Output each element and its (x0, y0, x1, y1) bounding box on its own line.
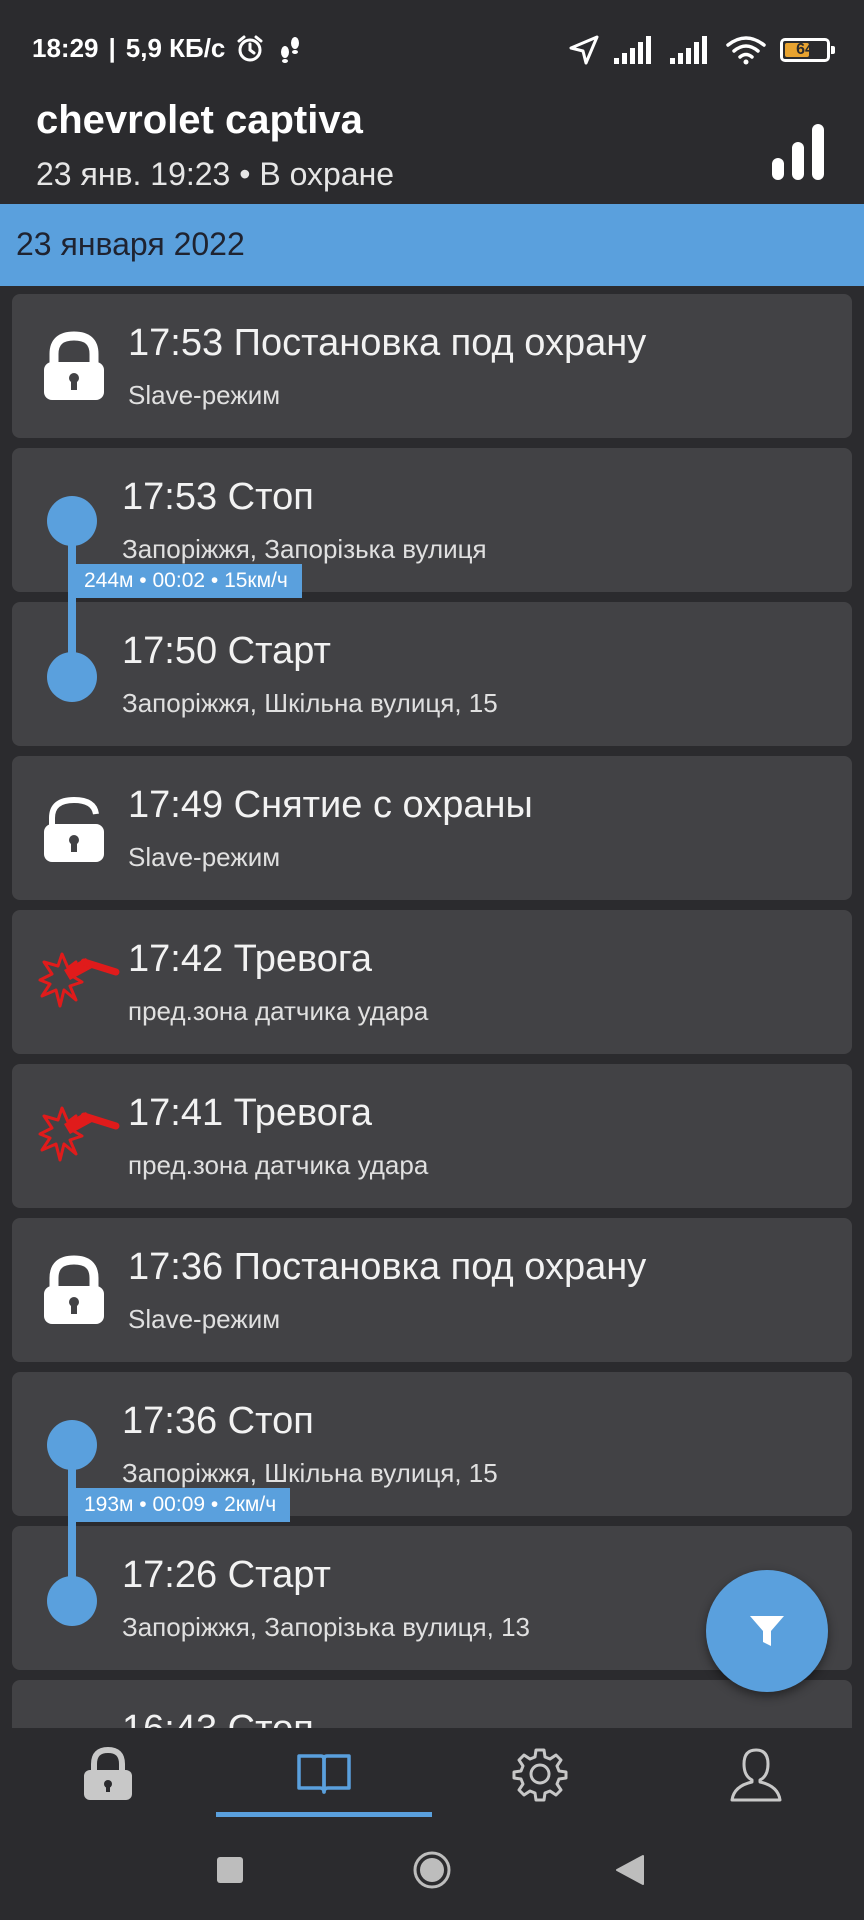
back-triangle-icon (616, 1855, 644, 1885)
bottom-navigation (0, 1728, 864, 1820)
event-subtitle: Slave-режим (128, 380, 281, 410)
recent-apps-button[interactable] (208, 1848, 252, 1892)
event-list[interactable]: 17:53 Постановка под охрану Slave-режим … (0, 286, 864, 1728)
status-right: 64 (568, 34, 835, 66)
event-arm[interactable]: 17:36 Постановка под охрану Slave-режим (12, 1218, 852, 1362)
event-title: 17:26 Старт (122, 1554, 331, 1596)
page-title: chevrolet captiva (36, 98, 363, 142)
nav-tab-settings[interactable] (432, 1728, 648, 1820)
user-icon (730, 1748, 782, 1802)
trip-start-marker (47, 652, 97, 702)
event-subtitle: Запоріжжя, Запорізька вулиця, 13 (122, 1612, 530, 1642)
event-title: 17:41 Тревога (128, 1092, 373, 1134)
lock-closed-icon (44, 1255, 104, 1324)
page-subtitle: 23 янв. 19:23 • В охране (36, 156, 395, 192)
square-icon (217, 1857, 243, 1883)
event-stop[interactable]: 16:43 Стоп (12, 1680, 852, 1728)
wifi-icon (726, 36, 766, 65)
lock-open-icon (44, 796, 104, 862)
lock-closed-icon (44, 331, 104, 400)
trip-stats-badge[interactable]: 244м • 00:02 • 15км/ч (70, 564, 302, 598)
lock-icon (84, 1746, 132, 1800)
shock-alarm-icon (38, 1106, 120, 1162)
event-alarm[interactable]: 17:42 Тревога пред.зона датчика удара (12, 910, 852, 1054)
event-title: 17:50 Старт (122, 630, 331, 672)
battery-level: 64 (796, 41, 814, 58)
trip-stats-badge[interactable]: 193м • 00:09 • 2км/ч (70, 1488, 291, 1522)
book-icon (297, 1754, 351, 1794)
trip-stop-marker (47, 496, 97, 546)
event-subtitle: Slave-режим (128, 1304, 281, 1334)
date-section-header: 23 января 2022 (0, 204, 864, 286)
nav-tab-security[interactable] (0, 1728, 216, 1820)
alarm-clock-icon (237, 35, 263, 61)
app-header: chevrolet captiva 23 янв. 19:23 • В охра… (0, 82, 864, 204)
signal-strength-2-icon (670, 36, 707, 64)
event-title: 17:49 Снятие с охраны (128, 784, 533, 826)
home-button[interactable] (410, 1848, 454, 1892)
event-subtitle: Запоріжжя, Шкільна вулиця, 15 (122, 1458, 498, 1488)
active-tab-indicator (216, 1812, 432, 1817)
event-subtitle: Запоріжжя, Запорізька вулиця (122, 534, 487, 564)
filter-button[interactable] (706, 1570, 828, 1692)
event-subtitle: Slave-режим (128, 842, 281, 872)
event-title: 17:36 Стоп (122, 1400, 314, 1442)
event-arm[interactable]: 17:53 Постановка под охрану Slave-режим (12, 294, 852, 438)
battery-icon: 64 (780, 38, 835, 62)
status-time: 18:29 (32, 33, 99, 63)
gear-icon (512, 1748, 568, 1802)
signal-strength-1-icon (614, 36, 651, 64)
signal-bars-icon[interactable] (772, 124, 824, 180)
home-circle-icon (413, 1851, 451, 1889)
event-title: 16:43 Стоп (122, 1708, 314, 1728)
event-title: 17:53 Стоп (122, 476, 314, 518)
status-left: 18:29 | 5,9 КБ/с (32, 33, 305, 64)
event-title: 17:42 Тревога (128, 938, 373, 980)
trip-start-marker (47, 1576, 97, 1626)
footsteps-icon (281, 36, 300, 63)
shock-alarm-icon (38, 952, 120, 1008)
event-subtitle: Запоріжжя, Шкільна вулиця, 15 (122, 688, 498, 718)
status-separator: | (108, 33, 116, 63)
status-network-speed: 5,9 КБ/с (125, 33, 226, 63)
event-title: 17:53 Постановка под охрану (128, 322, 647, 364)
location-arrow-icon (569, 35, 599, 65)
nav-tab-profile[interactable] (648, 1728, 864, 1820)
status-bar: 18:29 | 5,9 КБ/с 64 (0, 0, 864, 82)
system-navigation-bar (0, 1820, 864, 1920)
event-title: 17:36 Постановка под охрану (128, 1246, 647, 1288)
event-subtitle: пред.зона датчика удара (128, 996, 429, 1026)
event-alarm[interactable]: 17:41 Тревога пред.зона датчика удара (12, 1064, 852, 1208)
event-disarm[interactable]: 17:49 Снятие с охраны Slave-режим (12, 756, 852, 900)
date-label: 23 января 2022 (16, 226, 245, 262)
back-button[interactable] (608, 1848, 652, 1892)
event-start[interactable]: 17:50 Старт Запоріжжя, Шкільна вулиця, 1… (12, 602, 852, 746)
trip-stop-marker (47, 1420, 97, 1470)
filter-icon (750, 1616, 784, 1646)
nav-tab-history[interactable] (216, 1728, 432, 1820)
event-subtitle: пред.зона датчика удара (128, 1150, 429, 1180)
